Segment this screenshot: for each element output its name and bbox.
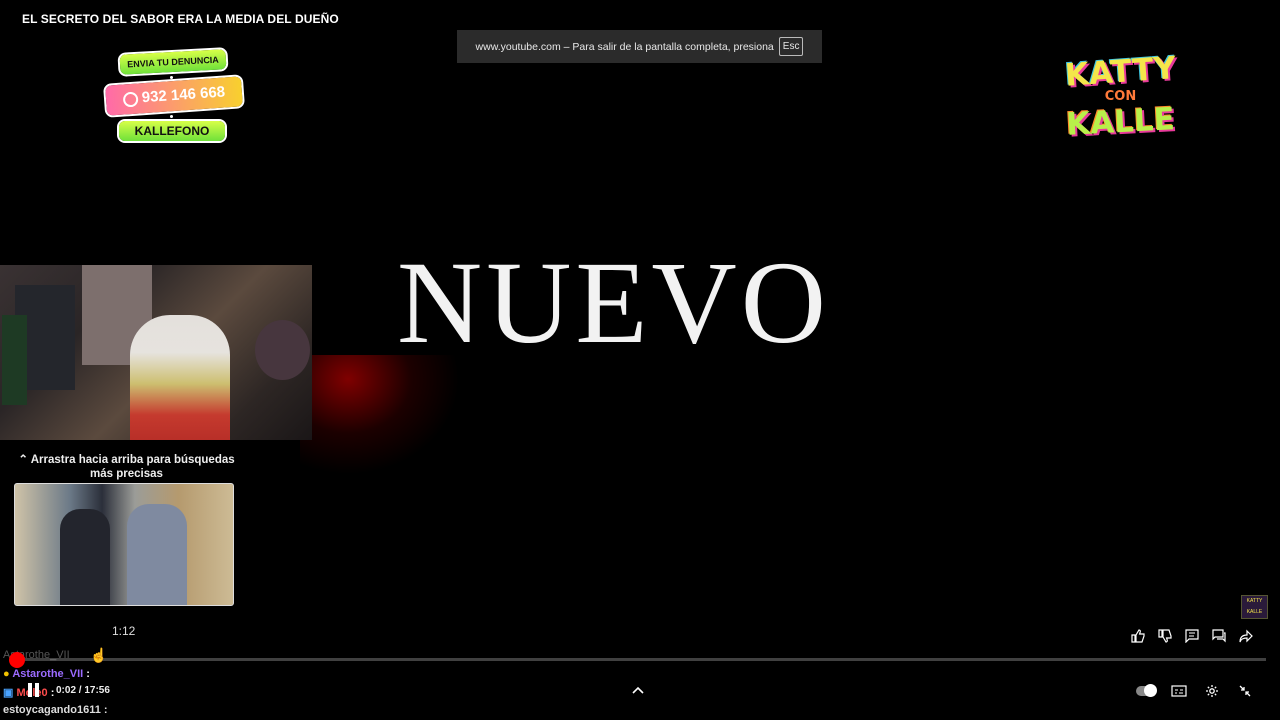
time-display: 0:02 / 17:56 — [56, 684, 110, 696]
captions-icon[interactable] — [1169, 683, 1189, 699]
promo-phone: 932 146 668 — [105, 76, 243, 116]
player-controls-right — [1136, 683, 1255, 699]
player-controls-left: 0:02 / 17:56 — [28, 683, 110, 697]
esc-key-badge: Esc — [778, 37, 804, 56]
mouse-cursor: ☝ — [90, 647, 108, 663]
streamer — [130, 315, 230, 440]
fullscreen-notice: www.youtube.com – Para salir de la panta… — [457, 30, 822, 63]
progress-scrubber[interactable] — [9, 652, 25, 668]
exit-fullscreen-icon[interactable] — [1235, 683, 1255, 699]
red-glow-effect — [300, 355, 460, 475]
chevron-up-icon[interactable] — [632, 683, 644, 697]
chat-message: estoycagando1611 : — [3, 704, 108, 716]
chat-username: estoycagando1611 — [3, 704, 101, 716]
pause-button[interactable] — [28, 683, 42, 697]
promo-kallefono: KALLEFONO — [119, 121, 225, 141]
double-chevron-up-icon: ⌃ — [18, 454, 28, 466]
webcam-overlay — [0, 265, 312, 440]
logo-line-1: KATTY — [1063, 50, 1178, 94]
comment-icon[interactable] — [1183, 627, 1201, 645]
progress-bar[interactable] — [10, 658, 1266, 661]
thumbs-up-icon[interactable] — [1129, 627, 1147, 645]
autoplay-toggle[interactable] — [1136, 683, 1157, 699]
action-bar — [1129, 627, 1255, 645]
seek-hint: ⌃ Arrastra hacia arriba para búsquedas m… — [14, 453, 239, 481]
thumbs-down-icon[interactable] — [1156, 627, 1174, 645]
channel-logo: KATTY CON KALLE — [1058, 50, 1183, 155]
logo-line-3: KALLE — [1065, 101, 1176, 143]
share-icon[interactable] — [1237, 627, 1255, 645]
seek-hint-text: Arrastra hacia arriba para búsquedas más… — [30, 454, 235, 480]
gear-icon[interactable] — [1202, 683, 1222, 699]
promo-overlay: ENVIA TU DENUNCIA 932 146 668 KALLEFONO — [100, 48, 250, 148]
video-title: EL SECRETO DEL SABOR ERA LA MEDIA DEL DU… — [22, 12, 339, 26]
seek-preview-thumbnail — [14, 483, 234, 606]
channel-watermark[interactable]: KATTY KALLE — [1241, 595, 1268, 619]
chat-icon[interactable] — [1210, 627, 1228, 645]
chat-username: Astarothe_VII — [12, 668, 84, 680]
fullscreen-notice-text: www.youtube.com – Para salir de la panta… — [475, 40, 774, 53]
promo-phone-number: 932 146 668 — [141, 83, 226, 107]
seek-preview-time: 1:12 — [112, 624, 136, 638]
promo-denuncia: ENVIA TU DENUNCIA — [119, 49, 227, 75]
whatsapp-icon — [122, 91, 139, 108]
video-headline: NUEVO — [397, 237, 830, 368]
chat-message: ● Astarothe_VII : — [3, 668, 90, 680]
